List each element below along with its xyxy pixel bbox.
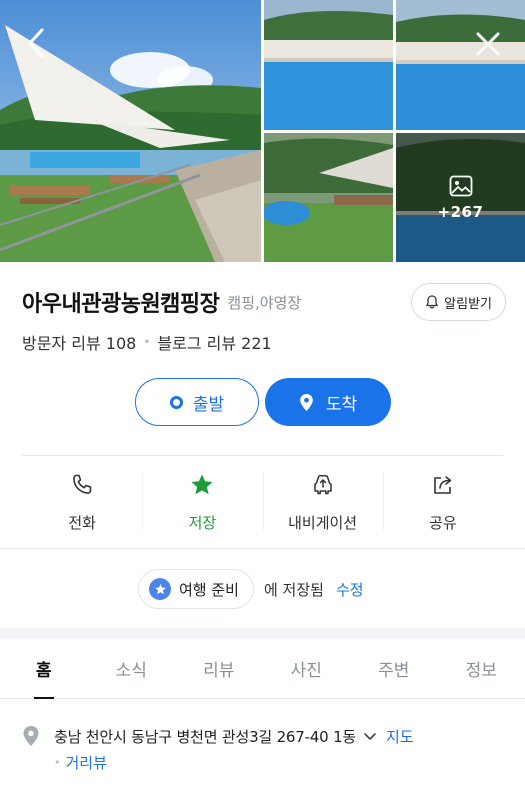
location-pin-icon [300, 393, 313, 411]
depart-label: 출발 [192, 394, 225, 415]
tab-bar: 홈 소식 리뷰 사진 주변 정보 [0, 639, 525, 699]
chevron-down-icon[interactable] [362, 728, 378, 744]
photo-pool-2[interactable] [396, 0, 525, 130]
more-photos-overlay[interactable]: +267 [396, 133, 525, 262]
saved-folder-chip[interactable]: 여행 준비 [138, 569, 254, 609]
tab-reviews[interactable]: 리뷰 [175, 639, 263, 698]
map-link[interactable]: 지도 [386, 726, 414, 747]
photo-more[interactable]: +267 [396, 133, 525, 262]
depart-button[interactable]: 출발 [135, 378, 259, 426]
address-text: 충남 천안시 동남구 병천면 관성3길 267-40 1동 [54, 727, 357, 746]
alarm-label: 알림받기 [444, 296, 492, 312]
car-navigation-icon [313, 475, 332, 495]
blog-reviews-link[interactable]: 블로그 리뷰 221 [157, 330, 271, 354]
address-row: 충남 천안시 동남구 병천면 관성3길 267-40 1동 지도 [22, 723, 507, 749]
separator-dot: • [54, 755, 61, 769]
tab-nearby[interactable]: 주변 [350, 639, 438, 698]
quick-actions: 전화 저장 내비게이션 공유 [22, 456, 503, 548]
route-buttons: 출발 도착 [135, 378, 391, 426]
tab-photos[interactable]: 사진 [263, 639, 351, 698]
action-navigation-label: 내비게이션 [288, 514, 358, 532]
section-separator [0, 628, 525, 639]
image-icon [449, 175, 472, 196]
phone-icon [73, 474, 92, 494]
visitor-reviews-link[interactable]: 방문자 리뷰 108 [22, 330, 136, 354]
action-share-label: 공유 [429, 514, 457, 532]
close-icon[interactable] [472, 28, 504, 60]
star-icon [191, 474, 213, 495]
edit-saved-link[interactable]: 수정 [336, 579, 364, 600]
review-summary: 방문자 리뷰 108 • 블로그 리뷰 221 [22, 330, 272, 354]
place-title: 아우내관광농원캠핑장 [22, 292, 220, 317]
tab-info[interactable]: 정보 [438, 639, 525, 698]
more-photos-count: +267 [437, 202, 484, 221]
action-share[interactable]: 공유 [382, 456, 503, 548]
origin-dot-icon [169, 395, 183, 409]
action-call-label: 전화 [68, 514, 96, 532]
place-category: 캠핑,야영장 [227, 293, 302, 312]
action-save[interactable]: 저장 [142, 456, 262, 548]
tab-news[interactable]: 소식 [88, 639, 176, 698]
bell-icon [426, 295, 439, 309]
action-call[interactable]: 전화 [22, 456, 142, 548]
street-view-label: 거리뷰 [65, 753, 107, 772]
location-pin-icon [23, 726, 39, 746]
folder-star-icon [149, 578, 171, 600]
street-view-link[interactable]: • 거리뷰 [54, 750, 107, 774]
place-header: 아우내관광농원캠핑장 캠핑,야영장 알림받기 [22, 282, 506, 322]
saved-folder-name: 여행 준비 [179, 580, 239, 599]
photo-slide-lawn[interactable] [264, 133, 393, 262]
arrive-label: 도착 [325, 394, 358, 415]
divider [0, 548, 525, 549]
arrive-button[interactable]: 도착 [265, 378, 391, 426]
photo-pool-1[interactable] [264, 0, 393, 130]
alarm-button[interactable]: 알림받기 [411, 283, 506, 321]
tab-home[interactable]: 홈 [0, 639, 88, 699]
saved-info: 여행 준비 에 저장됨 수정 [138, 568, 364, 610]
saved-status-text: 에 저장됨 [263, 580, 324, 599]
chevron-left-icon[interactable] [22, 26, 52, 60]
share-icon [434, 476, 452, 494]
action-navigation[interactable]: 내비게이션 [262, 456, 383, 548]
action-save-label: 저장 [188, 514, 217, 532]
separator-dot: • [143, 335, 151, 349]
photo-gallery: +267 [0, 0, 525, 262]
